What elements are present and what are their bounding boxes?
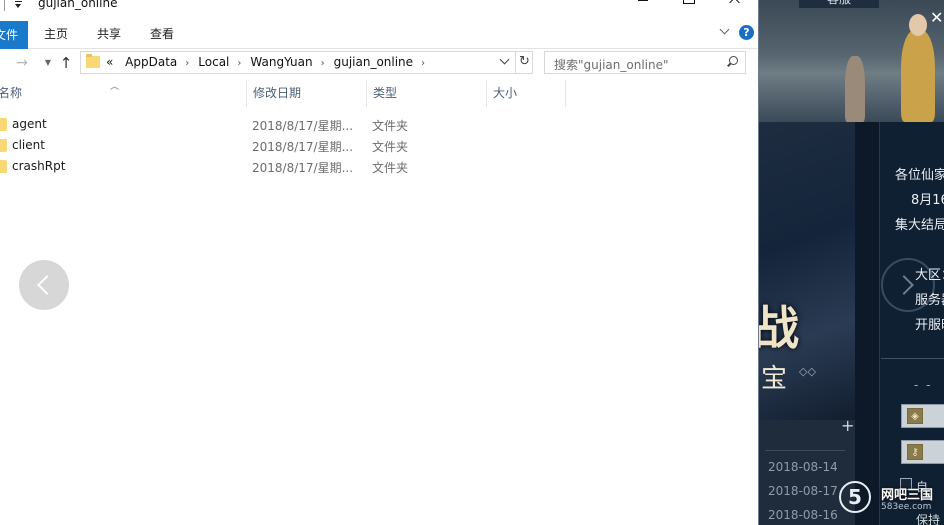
news-date[interactable]: 2018-08-17: [768, 484, 838, 498]
character-figure: [901, 30, 935, 122]
file-type: 文件夹: [372, 161, 409, 175]
search-icon[interactable]: [726, 56, 738, 68]
ribbon: 文件 主页 共享 查看 ?: [0, 14, 758, 49]
file-row-client[interactable]: client 2018/8/17/星期... 文件夹: [0, 135, 758, 156]
character-face: [909, 14, 927, 36]
banner-art-top: [759, 0, 944, 122]
file-modified: 2018/8/17/星期...: [252, 161, 354, 175]
folder-icon: [0, 118, 7, 131]
panel-divider: [881, 358, 944, 359]
shield-button[interactable]: ◈: [901, 404, 944, 428]
more-news-plus-icon[interactable]: +: [841, 416, 854, 435]
chevron-right-icon[interactable]: ›: [237, 58, 241, 69]
back-arrow-icon[interactable]: [19, 260, 69, 310]
tab-view[interactable]: 查看: [150, 25, 174, 42]
server-info-line: 服务器: [915, 293, 944, 308]
file-name: crashRpt: [12, 159, 66, 173]
character-figure: [845, 56, 865, 122]
minimize-button[interactable]: [620, 0, 666, 14]
quick-access-dropdown-icon[interactable]: [14, 0, 24, 10]
tab-share[interactable]: 共享: [97, 25, 121, 42]
notice-line: 集大结局: [895, 218, 944, 233]
help-icon[interactable]: ?: [739, 25, 754, 40]
folder-icon: [86, 54, 100, 68]
column-header-type[interactable]: 类型: [366, 80, 486, 107]
file-row-crashrpt[interactable]: crashRpt 2018/8/17/星期... 文件夹: [0, 156, 758, 177]
maximize-button[interactable]: [666, 0, 712, 14]
address-dropdown-icon[interactable]: [498, 55, 512, 69]
folder-icon: [0, 139, 7, 152]
address-bar[interactable]: « AppData › Local › WangYuan › gujian_online › …: [80, 51, 533, 74]
banner-title: 战: [759, 292, 799, 358]
server-info-line: 开服时: [915, 318, 944, 333]
shield-icon: ◈: [907, 408, 923, 424]
chevron-right-icon[interactable]: ›: [321, 58, 325, 69]
recent-locations-chevron-icon[interactable]: ▼: [40, 55, 56, 71]
breadcrumb-item-gujian-online[interactable]: gujian_online: [334, 55, 413, 69]
watermark-logo-icon: 5: [839, 481, 871, 513]
ribbon-expand-icon[interactable]: [720, 24, 732, 36]
breadcrumb-item-wangyuan[interactable]: WangYuan: [250, 55, 312, 69]
file-row-agent[interactable]: agent 2018/8/17/星期... 文件夹: [0, 114, 758, 135]
panel-dash: - -: [914, 378, 933, 392]
column-header-size[interactable]: 大小: [486, 80, 566, 107]
file-type: 文件夹: [372, 119, 409, 133]
game-launcher-window: 客服 ✕ 战 宝 ◇◇ + 2018-08-14 2018-08-17 2018…: [758, 0, 944, 525]
close-icon[interactable]: ✕: [930, 8, 943, 27]
tab-customer-service[interactable]: 客服: [799, 0, 879, 8]
diamond-ornament-icon: ◇◇: [799, 365, 816, 378]
title-separator: [4, 0, 5, 11]
title-bar: gujian_online: [0, 0, 758, 14]
key-icon: ⚷: [907, 444, 923, 460]
news-date[interactable]: 2018-08-14: [768, 460, 838, 474]
forward-arrow-icon[interactable]: →: [14, 55, 30, 71]
file-explorer-window: gujian_online 文件 主页 共享 查看 ? → ▼ ↑ « AppD…: [0, 0, 758, 525]
footer-label: 保持: [916, 513, 941, 525]
breadcrumb-item-local[interactable]: Local: [198, 55, 229, 69]
news-divider: [765, 450, 845, 451]
banner-subtitle: 宝: [761, 364, 788, 394]
chevron-right-icon[interactable]: ›: [185, 58, 189, 69]
file-modified: 2018/8/17/星期...: [252, 140, 354, 154]
file-name: agent: [12, 117, 47, 131]
tab-file-label: 文件: [0, 28, 19, 42]
search-input[interactable]: 搜索"gujian_online": [544, 51, 746, 74]
navigation-bar: → ▼ ↑ « AppData › Local › WangYuan › gujian_on…: [0, 49, 758, 77]
up-arrow-icon[interactable]: ↑: [58, 55, 74, 71]
key-button[interactable]: ⚷: [901, 440, 944, 464]
server-info-line: 大区：: [915, 268, 944, 283]
tab-home[interactable]: 主页: [44, 25, 68, 42]
news-date[interactable]: 2018-08-16: [768, 508, 838, 522]
file-type: 文件夹: [372, 140, 409, 154]
notice-line: 8月16: [911, 193, 944, 208]
news-panel: + 2018-08-14 2018-08-17 2018-08-16: [759, 416, 855, 525]
search-placeholder: 搜索"gujian_online": [554, 58, 669, 72]
breadcrumb-overflow[interactable]: «: [106, 55, 113, 69]
column-header-name[interactable]: 名称: [0, 80, 246, 107]
watermark-url: 583ee.com: [881, 502, 932, 512]
refresh-icon[interactable]: ↻: [515, 52, 533, 73]
column-headers: ︿ 名称 修改日期 类型 大小: [0, 80, 758, 107]
file-modified: 2018/8/17/星期...: [252, 119, 354, 133]
folder-icon: [0, 160, 7, 173]
chevron-right-icon[interactable]: ›: [421, 58, 425, 69]
watermark-name: 网吧三国: [881, 488, 934, 503]
file-name: client: [12, 138, 45, 152]
tab-file[interactable]: 文件: [0, 21, 28, 49]
event-banner[interactable]: 战 宝 ◇◇: [759, 122, 855, 420]
breadcrumb: « AppData › Local › WangYuan › gujian_online ›: [106, 55, 434, 69]
window-title: gujian_online: [38, 0, 118, 10]
close-button[interactable]: [712, 0, 758, 14]
notice-line: 各位仙家: [895, 168, 944, 183]
breadcrumb-item-appdata[interactable]: AppData: [125, 55, 177, 69]
column-header-modified[interactable]: 修改日期: [246, 80, 366, 107]
